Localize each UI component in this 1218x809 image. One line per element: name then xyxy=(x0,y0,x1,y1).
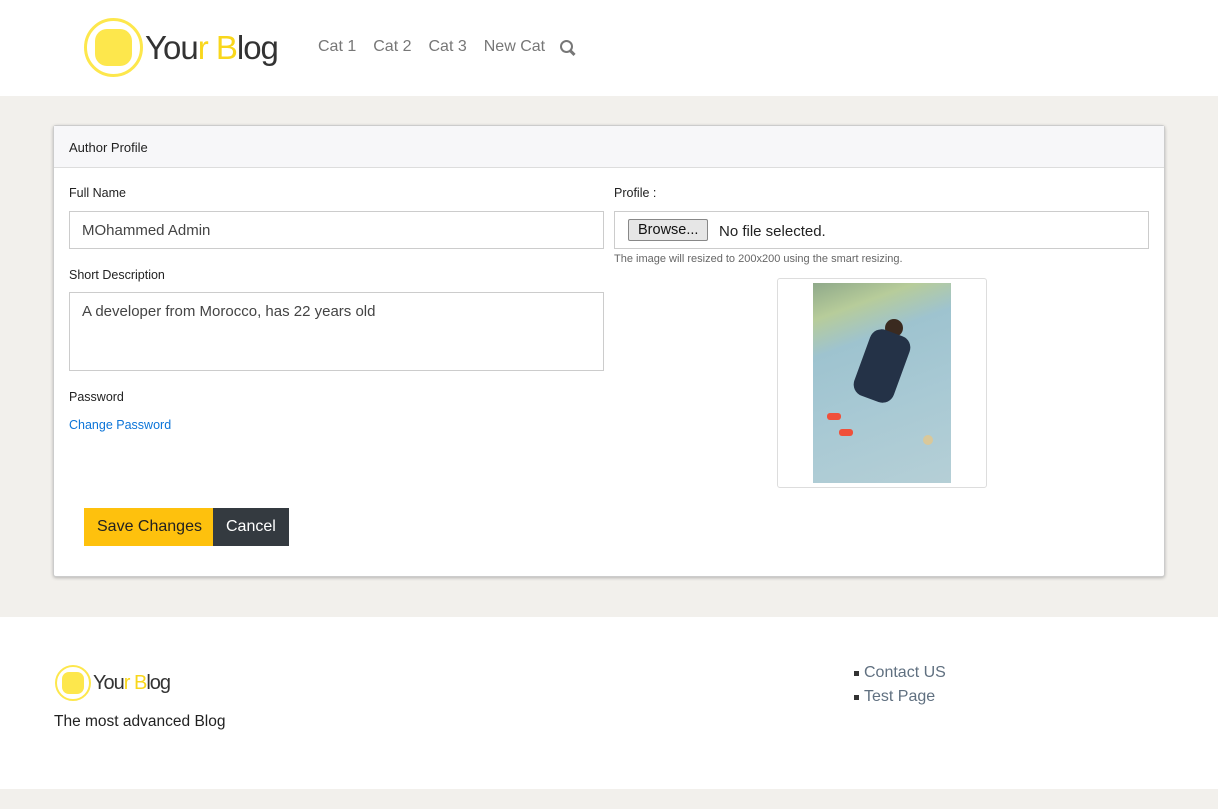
cancel-button[interactable]: Cancel xyxy=(213,508,289,546)
short-description-textarea[interactable]: A developer from Morocco, has 22 years o… xyxy=(69,292,604,371)
full-name-label: Full Name xyxy=(69,186,126,200)
nav-cat-1[interactable]: Cat 1 xyxy=(318,38,356,56)
site-footer: Your Blog The most advanced Blog Contact… xyxy=(0,617,1218,789)
password-label: Password xyxy=(69,390,124,404)
blogger-logo-icon xyxy=(84,18,143,77)
short-description-label: Short Description xyxy=(69,268,165,282)
footer-link-contact-us[interactable]: Contact US xyxy=(854,661,946,685)
nav-cat-3[interactable]: Cat 3 xyxy=(429,38,467,56)
nav-cat-2[interactable]: Cat 2 xyxy=(373,38,411,56)
card-title: Author Profile xyxy=(54,126,1164,168)
no-file-text: No file selected. xyxy=(719,223,826,240)
profile-photo xyxy=(813,283,951,483)
author-profile-card: Author Profile Full Name MOhammed Admin … xyxy=(53,125,1165,577)
site-logo[interactable]: Your Blog xyxy=(84,18,279,77)
nav-new-cat[interactable]: New Cat xyxy=(484,38,545,56)
site-header: Your Blog Cat 1 Cat 2 Cat 3 New Cat xyxy=(0,0,1218,96)
footer-tagline: The most advanced Blog xyxy=(54,713,226,730)
footer-links: Contact US Test Page xyxy=(854,661,946,709)
profile-file-input[interactable]: Browse... No file selected. xyxy=(614,211,1149,249)
footer-logo-text: Your Blog xyxy=(93,671,171,694)
search-icon[interactable] xyxy=(560,40,576,56)
main-nav: Cat 1 Cat 2 Cat 3 New Cat xyxy=(318,38,576,56)
profile-label: Profile : xyxy=(614,186,657,200)
blogger-logo-icon xyxy=(55,665,91,701)
profile-image-preview xyxy=(777,278,987,488)
footer-logo[interactable]: Your Blog xyxy=(55,665,171,701)
browse-button[interactable]: Browse... xyxy=(628,219,709,241)
full-name-input[interactable]: MOhammed Admin xyxy=(69,211,604,249)
change-password-link[interactable]: Change Password xyxy=(69,418,171,432)
logo-text: Your Blog xyxy=(145,28,279,66)
save-changes-button[interactable]: Save Changes xyxy=(84,508,215,546)
footer-link-test-page[interactable]: Test Page xyxy=(854,685,946,709)
resize-hint: The image will resized to 200x200 using … xyxy=(614,253,903,265)
